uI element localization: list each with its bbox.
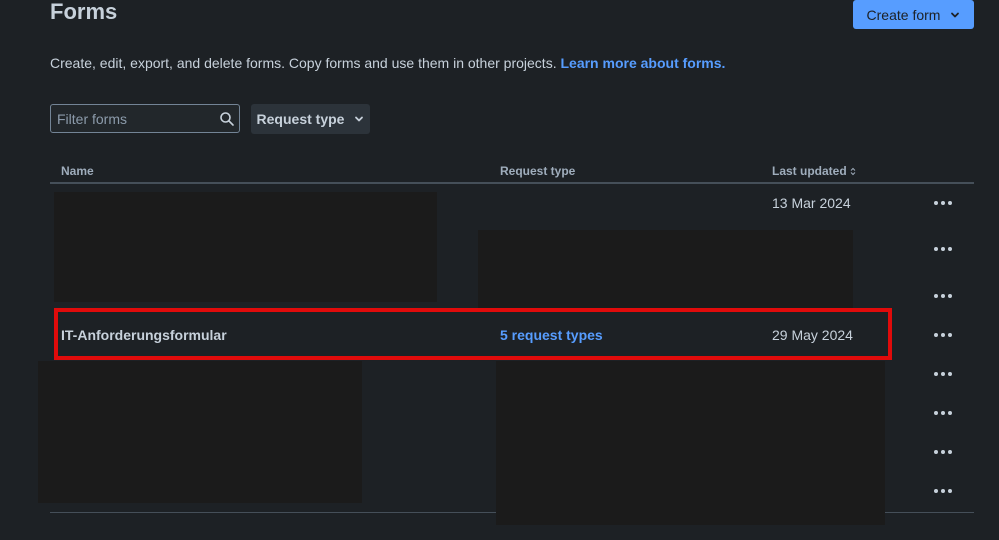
- more-actions-button[interactable]: [930, 240, 956, 258]
- more-actions-button[interactable]: [930, 443, 956, 461]
- more-actions-button[interactable]: [930, 326, 956, 344]
- create-form-button[interactable]: Create form: [853, 0, 974, 29]
- table-header: Name Request type Last updated: [50, 160, 974, 184]
- more-icon: [934, 201, 952, 205]
- more-icon: [934, 372, 952, 376]
- more-actions-button[interactable]: [930, 194, 956, 212]
- learn-more-link[interactable]: Learn more about forms.: [560, 55, 725, 71]
- more-icon: [934, 247, 952, 251]
- highlight-box: [54, 308, 892, 360]
- page-title: Forms: [50, 0, 118, 24]
- redaction-block: [496, 361, 885, 525]
- more-actions-button[interactable]: [930, 404, 956, 422]
- column-header-name: Name: [61, 164, 94, 178]
- redaction-block: [38, 361, 362, 503]
- forms-page: Forms Create form Create, edit, export, …: [0, 0, 999, 540]
- create-form-label: Create form: [866, 6, 941, 23]
- more-actions-button[interactable]: [930, 482, 956, 500]
- column-header-request-type: Request type: [500, 164, 576, 178]
- redaction-block: [478, 230, 853, 310]
- more-icon: [934, 333, 952, 337]
- request-type-dropdown-label: Request type: [256, 111, 345, 127]
- filter-forms-input[interactable]: [51, 105, 217, 132]
- more-icon: [934, 489, 952, 493]
- more-icon: [934, 450, 952, 454]
- more-icon: [934, 411, 952, 415]
- chevron-down-icon: [951, 12, 960, 17]
- filter-forms-field[interactable]: [50, 104, 240, 133]
- page-description: Create, edit, export, and delete forms. …: [50, 55, 725, 71]
- redaction-block: [54, 192, 437, 302]
- search-icon[interactable]: [219, 111, 235, 127]
- column-header-last-updated-label: Last updated: [772, 164, 847, 178]
- more-actions-button[interactable]: [930, 287, 956, 305]
- request-type-dropdown[interactable]: Request type: [251, 104, 370, 134]
- column-header-last-updated[interactable]: Last updated: [772, 164, 856, 178]
- more-icon: [934, 294, 952, 298]
- forms-table: Name Request type Last updated 13 Mar 20…: [50, 160, 974, 493]
- form-last-updated: 13 Mar 2024: [772, 195, 851, 211]
- description-text: Create, edit, export, and delete forms. …: [50, 55, 557, 71]
- chevron-down-icon: [355, 116, 364, 122]
- sort-icon: [850, 167, 856, 175]
- more-actions-button[interactable]: [930, 365, 956, 383]
